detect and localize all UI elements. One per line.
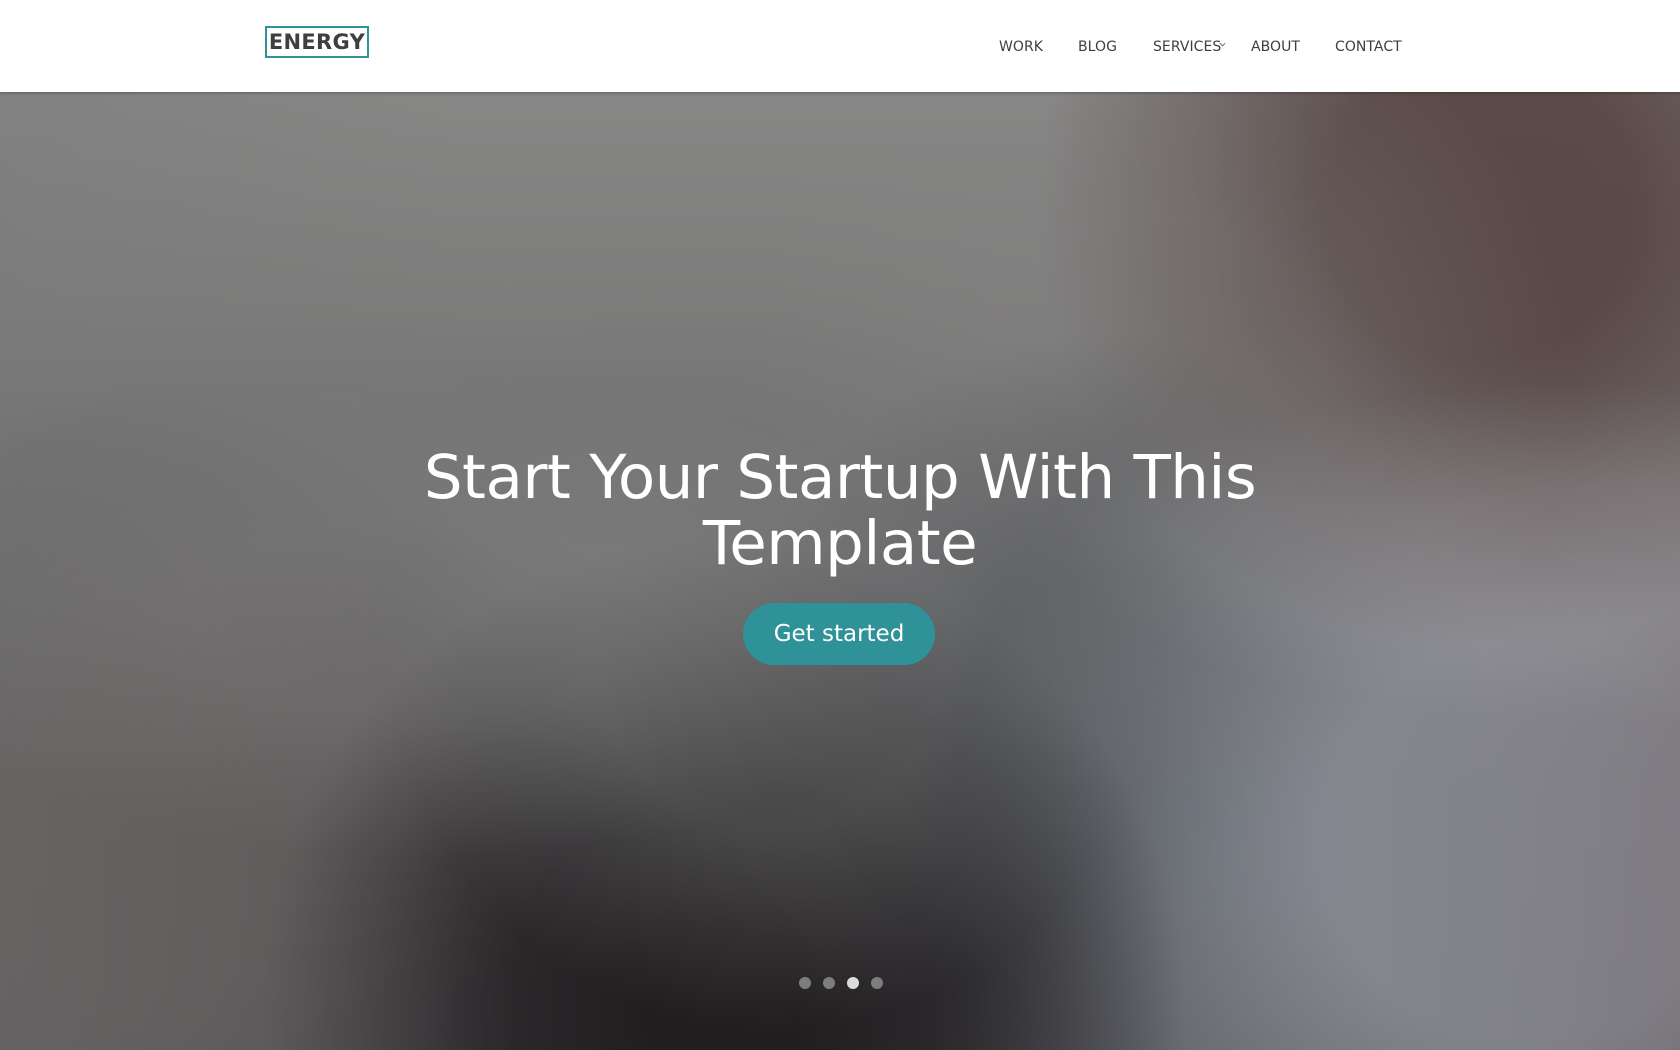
- slide-4-indicator[interactable]: [871, 977, 883, 989]
- slide-3-indicator[interactable]: [847, 977, 859, 989]
- site-header: ENERGY WORK BLOG SERVICES ABOUT CONTACT: [0, 0, 1680, 92]
- get-started-button[interactable]: Get started: [743, 603, 935, 665]
- slide-1-indicator[interactable]: [799, 977, 811, 989]
- nav-services-link[interactable]: SERVICES: [1153, 37, 1221, 57]
- chevron-down-icon: [1219, 42, 1226, 47]
- hero-section: Start Your Startup With This Template Ge…: [0, 92, 1680, 1050]
- nav-blog-link[interactable]: BLOG: [1078, 37, 1117, 57]
- slide-2-indicator[interactable]: [823, 977, 835, 989]
- hero-content: Start Your Startup With This Template Ge…: [340, 442, 1340, 665]
- hero-slider-indicators: [799, 977, 883, 989]
- nav-about-link[interactable]: ABOUT: [1251, 37, 1300, 57]
- hero-title: Start Your Startup With This Template: [423, 442, 1257, 579]
- landing-page: ENERGY WORK BLOG SERVICES ABOUT CONTACT …: [0, 0, 1680, 1050]
- main-navigation: WORK BLOG SERVICES ABOUT CONTACT: [0, 0, 1680, 92]
- nav-contact-link[interactable]: CONTACT: [1335, 37, 1402, 57]
- nav-work-link[interactable]: WORK: [999, 37, 1043, 57]
